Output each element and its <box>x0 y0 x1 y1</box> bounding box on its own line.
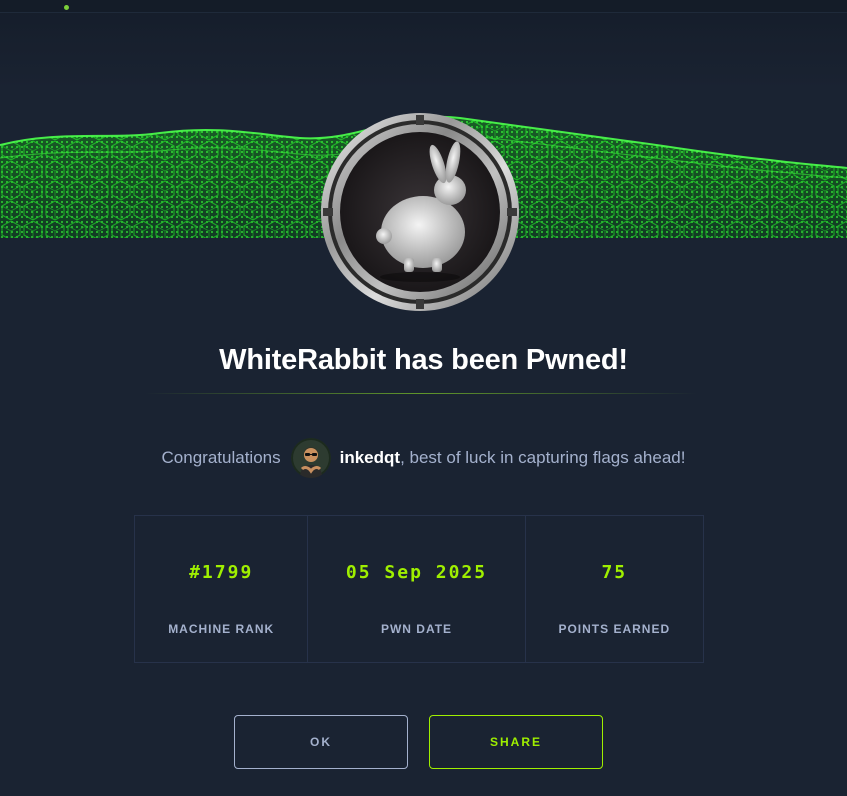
status-dot <box>64 5 69 10</box>
stat-value: 75 <box>601 562 628 583</box>
share-button[interactable]: SHARE <box>429 715 603 769</box>
stats-panel: #1799 MACHINE RANK 05 Sep 2025 PWN DATE … <box>134 515 704 663</box>
top-bar <box>0 0 847 13</box>
stat-pwn-date: 05 Sep 2025 PWN DATE <box>308 516 526 662</box>
congrats-message: Congratulations inkedqt , best of luck i… <box>0 436 847 480</box>
congrats-prefix: Congratulations <box>161 448 281 467</box>
title-divider <box>145 393 697 394</box>
stat-label: MACHINE RANK <box>168 622 275 636</box>
stat-points-earned: 75 POINTS EARNED <box>526 516 703 662</box>
machine-badge <box>321 113 519 311</box>
page-title: WhiteRabbit has been Pwned! <box>219 344 628 376</box>
username[interactable]: inkedqt <box>340 448 400 468</box>
congrats-suffix: , best of luck in capturing flags ahead! <box>400 448 686 467</box>
pwned-page: WhiteRabbit has been Pwned! Congratulati… <box>0 0 847 796</box>
avatar[interactable] <box>290 438 331 478</box>
stat-value: 05 Sep 2025 <box>345 562 488 583</box>
stat-machine-rank: #1799 MACHINE RANK <box>135 516 309 662</box>
stat-value: #1799 <box>189 562 254 583</box>
avatar-image <box>290 438 331 478</box>
stat-label: POINTS EARNED <box>558 622 671 636</box>
ok-button[interactable]: OK <box>234 715 408 769</box>
stat-label: PWN DATE <box>380 622 453 636</box>
